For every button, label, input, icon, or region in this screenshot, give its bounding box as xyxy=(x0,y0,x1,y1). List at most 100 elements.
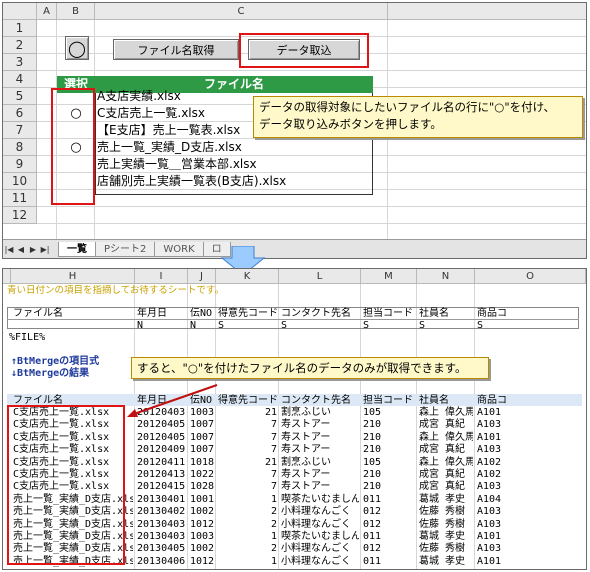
last-sheet-icon[interactable]: ▶| xyxy=(39,245,51,254)
result-cell: 1 xyxy=(270,555,277,567)
result-cell: A101 xyxy=(477,431,502,443)
result-cell: 20120405 xyxy=(137,431,186,443)
col-header-a[interactable]: A xyxy=(37,3,57,20)
result-cell: 1002 xyxy=(190,506,214,518)
row-header[interactable]: 8 xyxy=(3,139,37,156)
select-all-corner-2[interactable] xyxy=(3,269,11,284)
result-cell: 1028 xyxy=(190,481,214,493)
gridline-h xyxy=(37,206,586,207)
result-cell: 011 xyxy=(363,493,382,505)
callout-line-2: データ取り込みボタンを押します。 xyxy=(259,117,442,131)
result-cell: 1007 xyxy=(190,431,214,443)
prev-sheet-icon[interactable]: ◀ xyxy=(15,245,27,254)
result-cell: 森上 偉久馬 xyxy=(419,407,473,418)
result-cell: A101 xyxy=(477,407,502,418)
result-cell: 7 xyxy=(270,444,277,456)
first-sheet-icon[interactable]: |◀ xyxy=(3,245,15,254)
result-cell: 7 xyxy=(270,431,277,443)
callout-pointer-arrow-icon xyxy=(127,384,218,417)
result-cell: 20120415 xyxy=(137,481,186,493)
result-col-header[interactable]: J xyxy=(188,269,216,284)
result-col-header[interactable]: I xyxy=(135,269,188,284)
row-header[interactable]: 2 xyxy=(3,37,37,54)
result-cell: 20120409 xyxy=(137,444,186,456)
select-all-corner[interactable] xyxy=(3,3,37,20)
result-cell: 寿ストアー xyxy=(281,481,331,493)
result-cell: 1 xyxy=(270,493,277,505)
result-cell: 1007 xyxy=(190,444,214,456)
top-sheet-window: A B C 1 2 3 4 5 6 7 8 9 10 11 12 ◯ ファイル名取得 データ取込 選択… xyxy=(2,2,587,259)
result-cell: 2 xyxy=(270,506,277,518)
result-cell: 寿ストアー xyxy=(281,431,331,443)
result-cell: 210 xyxy=(363,469,382,480)
result-cell: 2 xyxy=(270,518,277,530)
result-col-header[interactable]: K xyxy=(216,269,279,284)
result-col-header[interactable]: H xyxy=(11,269,135,284)
result-cell: A103 xyxy=(477,444,502,456)
import-data-button[interactable]: データ取込 xyxy=(248,39,360,60)
definition-type: N xyxy=(137,320,144,331)
result-cell: A102 xyxy=(477,469,502,480)
result-cell: 7 xyxy=(270,481,277,493)
result-cell: 1001 xyxy=(190,493,214,505)
result-cell: 012 xyxy=(363,543,382,555)
btmerge-result-note: ↓BtMergeの結果 xyxy=(11,368,90,379)
result-cell: 20130403 xyxy=(137,518,186,530)
result-cell: 喫茶たいむましん xyxy=(281,493,359,505)
sheet-tab-bar: |◀ ◀ ▶ ▶| 一覧 Pシート2 WORK ロ xyxy=(3,239,586,258)
callout-line-1: データの取得対象にしたいファイル名の行に"○"を付け、 xyxy=(259,100,556,114)
col-header-b[interactable]: B xyxy=(57,3,95,20)
get-filename-button[interactable]: ファイル名取得 xyxy=(113,39,239,60)
row-header[interactable]: 5 xyxy=(3,88,37,105)
result-col-header[interactable]: M xyxy=(361,269,417,284)
result-cell: A103 xyxy=(477,543,502,555)
result-cell: 森上 偉久馬 xyxy=(419,456,473,468)
result-cell: 佐藤 秀樹 xyxy=(419,518,466,530)
result-callout: すると、"○"を付けたファイル名のデータのみが取得できます。 xyxy=(131,357,489,379)
result-cell: 小料理なんごく xyxy=(281,543,351,555)
result-cell: 佐藤 秀樹 xyxy=(419,543,466,555)
filex-token: %FILE% xyxy=(9,332,46,343)
row-header[interactable]: 4 xyxy=(3,71,37,88)
row-header[interactable]: 12 xyxy=(3,207,37,224)
result-col-header[interactable]: O xyxy=(475,269,586,284)
row-header[interactable]: 11 xyxy=(3,190,37,207)
result-col-header[interactable]: L xyxy=(279,269,361,284)
definition-type: S xyxy=(281,320,288,331)
row-header[interactable]: 3 xyxy=(3,54,37,71)
circle-shape-button[interactable]: ◯ xyxy=(65,36,89,60)
row-header[interactable]: 10 xyxy=(3,173,37,190)
result-cell: 小料理なんごく xyxy=(281,518,351,530)
row-header[interactable]: 1 xyxy=(3,20,37,37)
result-cell: 成宮 真紀 xyxy=(419,419,466,431)
row-header[interactable]: 7 xyxy=(3,122,37,139)
col-header-filler xyxy=(388,3,586,20)
result-cell: 成宮 真紀 xyxy=(419,469,466,480)
definition-type: S xyxy=(419,320,426,331)
instruction-callout: データの取得対象にしたいファイル名の行に"○"を付け、 データ取り込みボタンを押… xyxy=(253,96,583,138)
tab-p-sheet-2[interactable]: Pシート2 xyxy=(95,241,156,257)
result-cell: 1018 xyxy=(190,456,214,468)
result-cell: 105 xyxy=(363,456,382,468)
result-cell: 20130401 xyxy=(137,493,186,505)
col-header-c[interactable]: C xyxy=(95,3,388,20)
result-cell: A103 xyxy=(477,518,502,530)
result-cell: A102 xyxy=(477,456,502,468)
result-cell: 1012 xyxy=(190,518,214,530)
row-header[interactable]: 6 xyxy=(3,105,37,122)
next-sheet-icon[interactable]: ▶ xyxy=(27,245,39,254)
result-cell: 1002 xyxy=(190,543,214,555)
row-header[interactable]: 9 xyxy=(3,156,37,173)
result-cell: A103 xyxy=(477,419,502,431)
gridline-h xyxy=(37,223,586,224)
tab-list[interactable]: 一覧 xyxy=(58,241,96,257)
result-cell: 7 xyxy=(270,469,277,480)
result-cell: 寿ストアー xyxy=(281,469,331,480)
result-cell: 012 xyxy=(363,506,382,518)
result-cell: 2 xyxy=(270,543,277,555)
result-cell: 20130405 xyxy=(137,543,186,555)
definition-type: N xyxy=(190,320,197,331)
tab-work[interactable]: WORK xyxy=(154,241,204,257)
result-col-header[interactable]: N xyxy=(417,269,475,284)
result-cell: 葛城 孝史 xyxy=(419,531,466,542)
